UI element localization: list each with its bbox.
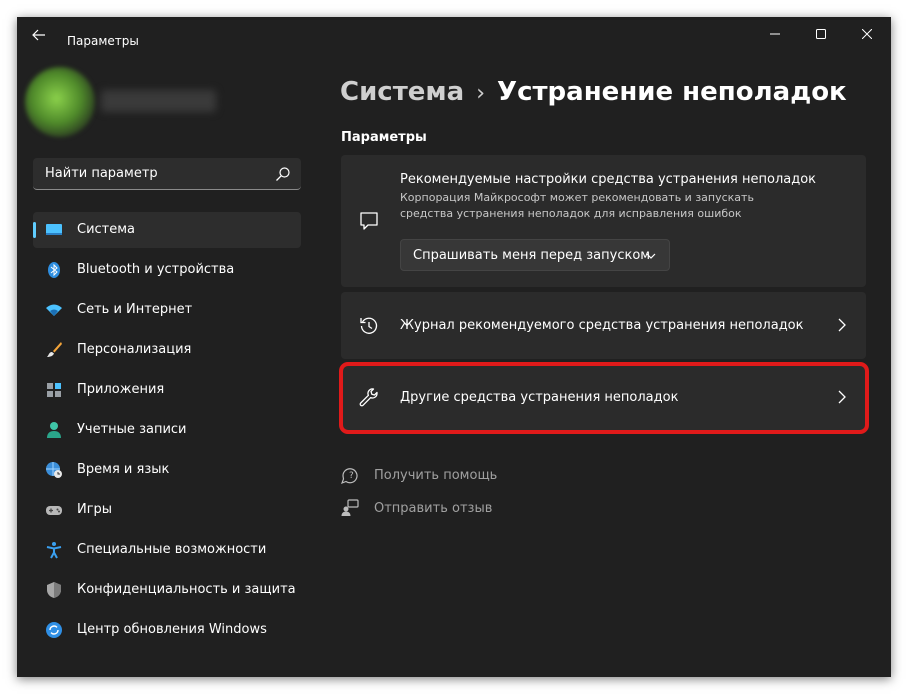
close-button[interactable] [844,21,890,47]
sidebar-item-label: Центр обновления Windows [77,622,267,637]
recommended-preference-dropdown[interactable]: Спрашивать меня перед запуском [400,239,670,271]
app-title: Параметры [67,34,139,48]
sidebar-item-label: Игры [77,502,113,517]
chevron-right-icon [838,390,846,404]
search-icon[interactable] [275,166,291,182]
sidebar-item-gaming[interactable]: Игры [33,492,301,528]
gamepad-icon [46,506,62,515]
sidebar-item-privacy[interactable]: Конфиденциальность и защита [33,572,301,608]
globe-clock-icon [46,462,62,478]
wifi-icon [46,304,62,316]
svg-text:?: ? [349,471,354,481]
minimize-button[interactable] [752,21,798,47]
search-input[interactable]: Найти параметр [45,166,158,181]
sidebar-item-label: Конфиденциальность и защита [77,582,296,597]
sidebar-item-time-language[interactable]: Время и язык [33,452,301,488]
accessibility-icon [46,542,62,559]
history-icon [360,317,378,334]
minimize-icon [770,33,780,35]
sidebar-item-system[interactable]: Система [33,212,301,248]
troubleshooter-history-card[interactable]: Журнал рекомендуемого средства устранени… [341,292,866,359]
maximize-icon [816,29,826,39]
monitor-icon [46,224,62,235]
avatar[interactable] [25,67,95,137]
chevron-down-icon [646,253,656,259]
sidebar-item-accessibility[interactable]: Специальные возможности [33,532,301,568]
back-button[interactable] [27,25,51,45]
sidebar-item-label: Персонализация [77,342,192,357]
sidebar-item-label: Сеть и Интернет [77,302,193,317]
apps-icon [47,383,61,397]
card-title: Журнал рекомендуемого средства устранени… [400,318,804,333]
sidebar-item-apps[interactable]: Приложения [33,372,301,408]
dropdown-value: Спрашивать меня перед запуском [413,248,651,263]
shield-icon [47,582,61,598]
settings-window: Параметры Найти параметр Система Bluetoo… [17,17,891,677]
sidebar-item-label: Время и язык [77,462,170,477]
bluetooth-icon [48,262,60,278]
chevron-right-icon [838,318,846,332]
back-arrow-icon [32,29,45,41]
sidebar-item-label: Специальные возможности [77,542,267,557]
sidebar-item-label: Система [77,222,136,237]
card-title: Другие средства устранения неполадок [400,390,679,405]
sidebar-item-windows-update[interactable]: Центр обновления Windows [33,612,301,648]
wrench-icon [359,388,378,407]
other-troubleshooters-card[interactable]: Другие средства устранения неполадок [341,364,866,432]
section-heading: Параметры [341,130,427,145]
link-label[interactable]: Получить помощь [374,468,497,483]
recommended-troubleshooter-card: Рекомендуемые настройки средства устране… [341,155,866,287]
card-description: Корпорация Майкрософт может рекомендоват… [400,191,754,220]
card-title: Рекомендуемые настройки средства устране… [400,172,817,187]
sidebar-item-network[interactable]: Сеть и Интернет [33,292,301,328]
sidebar-item-accounts[interactable]: Учетные записи [33,412,301,448]
user-icon [47,422,61,438]
breadcrumb-parent[interactable]: Система [340,77,464,107]
sidebar-nav: Система Bluetooth и устройства Сеть и Ин… [33,212,301,652]
link-label[interactable]: Отправить отзыв [374,501,492,516]
title-bar: Параметры [17,17,891,51]
maximize-button[interactable] [798,21,844,47]
brush-icon [47,342,62,357]
sidebar-item-label: Учетные записи [77,422,187,437]
sidebar-item-bluetooth[interactable]: Bluetooth и устройства [33,252,301,288]
message-icon [360,212,378,230]
update-icon [46,622,62,638]
breadcrumb-separator: › [476,81,486,106]
page-title: Устранение неполадок [497,77,847,107]
sidebar-item-label: Bluetooth и устройства [77,262,235,277]
breadcrumb: Система › Устранение неполадок [340,77,847,107]
user-name-blurred [101,90,216,112]
search-box[interactable]: Найти параметр [33,158,301,190]
sidebar-item-personalization[interactable]: Персонализация [33,332,301,368]
sidebar-item-label: Приложения [77,382,165,397]
close-icon [862,29,872,39]
feedback-icon [341,499,359,516]
help-icon: ? [341,468,358,484]
